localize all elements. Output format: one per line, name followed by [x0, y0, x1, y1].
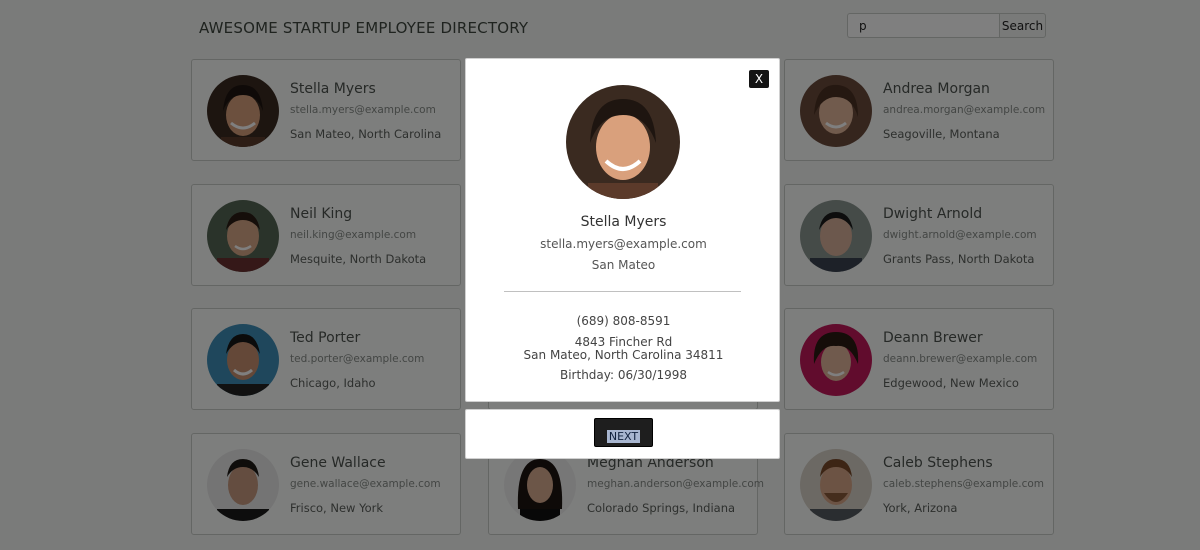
modal-nav: NEXT	[465, 409, 780, 459]
employee-directory-page: AWESOME STARTUP EMPLOYEE DIRECTORY Searc…	[0, 0, 1200, 550]
next-button[interactable]: NEXT	[594, 418, 653, 447]
modal-street: 4843 Fincher Rd	[574, 335, 673, 349]
close-button[interactable]: X	[749, 70, 769, 88]
modal-avatar	[566, 85, 680, 199]
employee-modal: X Stella Myers stella.myers@example.com …	[465, 58, 780, 402]
modal-divider	[504, 291, 741, 292]
modal-city: San Mateo	[591, 258, 656, 272]
modal-birthday: Birthday: 06/30/1998	[559, 368, 688, 382]
modal-email: stella.myers@example.com	[540, 237, 707, 251]
modal-name: Stella Myers	[580, 214, 667, 230]
modal-phone: (689) 808-8591	[576, 314, 671, 328]
next-label: NEXT	[606, 430, 641, 443]
modal-address: San Mateo, North Carolina 34811	[523, 348, 724, 362]
